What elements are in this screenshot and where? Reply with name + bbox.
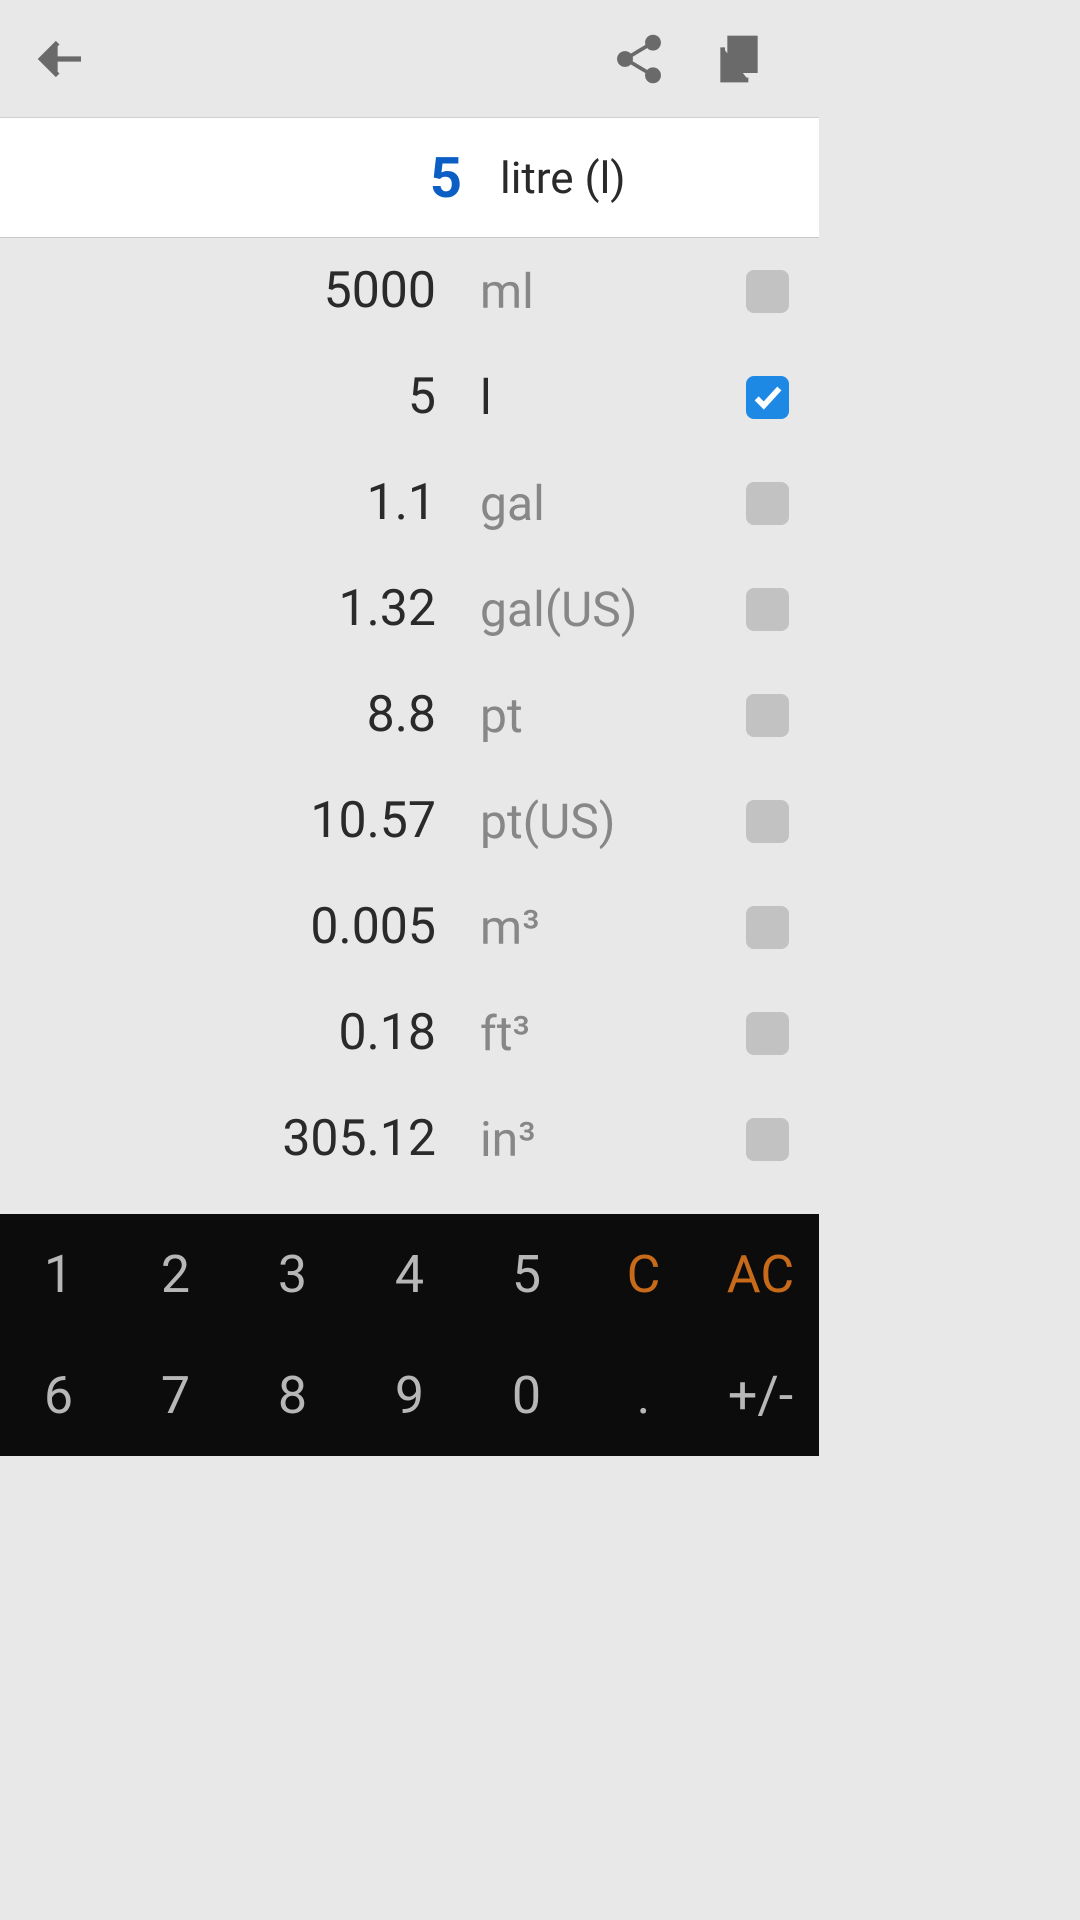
result-unit: m³ <box>480 899 746 956</box>
key-4[interactable]: 4 <box>351 1214 468 1335</box>
key-1[interactable]: 1 <box>0 1214 117 1335</box>
result-checkbox[interactable] <box>746 588 789 631</box>
result-checkbox[interactable] <box>746 1012 789 1055</box>
share-icon <box>611 31 667 87</box>
result-checkbox[interactable] <box>746 906 789 949</box>
key-x[interactable]: . <box>585 1335 702 1456</box>
result-row[interactable]: 0.18ft³ <box>0 980 819 1086</box>
input-row[interactable]: 5 litre (l) <box>0 118 819 238</box>
result-unit: gal <box>480 475 746 532</box>
keypad: 12345CAC 67890.+/- <box>0 1214 819 1456</box>
key-0[interactable]: 0 <box>468 1335 585 1456</box>
back-arrow-icon <box>32 31 88 87</box>
result-checkbox[interactable] <box>746 376 789 419</box>
toolbar <box>0 0 819 118</box>
copy-button[interactable] <box>699 29 779 89</box>
copy-icon <box>711 31 767 87</box>
key-2[interactable]: 2 <box>117 1214 234 1335</box>
key-3[interactable]: 3 <box>234 1214 351 1335</box>
result-row[interactable]: 1.1gal <box>0 450 819 556</box>
key-9[interactable]: 9 <box>351 1335 468 1456</box>
result-unit: gal(US) <box>480 581 746 638</box>
results-list: 5000ml5l1.1gal1.32gal(US)8.8pt10.57pt(US… <box>0 238 819 1214</box>
result-unit: ml <box>480 263 746 320</box>
result-row[interactable]: 5000ml <box>0 238 819 344</box>
result-row[interactable]: 5l <box>0 344 819 450</box>
result-checkbox[interactable] <box>746 1118 789 1161</box>
input-unit: litre (l) <box>500 152 626 204</box>
result-value: 1.32 <box>0 580 480 638</box>
result-value: 305.12 <box>0 1110 480 1168</box>
input-value: 5 <box>30 145 500 211</box>
result-value: 8.8 <box>0 686 480 744</box>
result-value: 1.1 <box>0 474 480 532</box>
result-row[interactable]: 10.57pt(US) <box>0 768 819 874</box>
key-8[interactable]: 8 <box>234 1335 351 1456</box>
key-C[interactable]: C <box>585 1214 702 1335</box>
result-checkbox[interactable] <box>746 270 789 313</box>
key-5[interactable]: 5 <box>468 1214 585 1335</box>
result-value: 0.18 <box>0 1004 480 1062</box>
key-6[interactable]: 6 <box>0 1335 117 1456</box>
result-unit: in³ <box>480 1111 746 1168</box>
result-row[interactable]: 305.12in³ <box>0 1086 819 1192</box>
result-checkbox[interactable] <box>746 800 789 843</box>
result-unit: pt <box>480 687 746 744</box>
result-value: 5000 <box>0 262 480 320</box>
result-unit: pt(US) <box>480 793 746 850</box>
share-button[interactable] <box>599 29 679 89</box>
back-button[interactable] <box>30 29 90 89</box>
result-value: 10.57 <box>0 792 480 850</box>
key-AC[interactable]: AC <box>702 1214 819 1335</box>
result-unit: l <box>480 369 746 426</box>
result-row[interactable]: 8.8pt <box>0 662 819 768</box>
result-row[interactable]: 1.32gal(US) <box>0 556 819 662</box>
result-checkbox[interactable] <box>746 482 789 525</box>
key-xxx[interactable]: +/- <box>702 1335 819 1456</box>
result-unit: ft³ <box>480 1005 746 1062</box>
result-row[interactable]: 0.005m³ <box>0 874 819 980</box>
key-7[interactable]: 7 <box>117 1335 234 1456</box>
result-value: 0.005 <box>0 898 480 956</box>
result-value: 5 <box>0 368 480 426</box>
checkmark-icon <box>751 380 785 414</box>
result-checkbox[interactable] <box>746 694 789 737</box>
